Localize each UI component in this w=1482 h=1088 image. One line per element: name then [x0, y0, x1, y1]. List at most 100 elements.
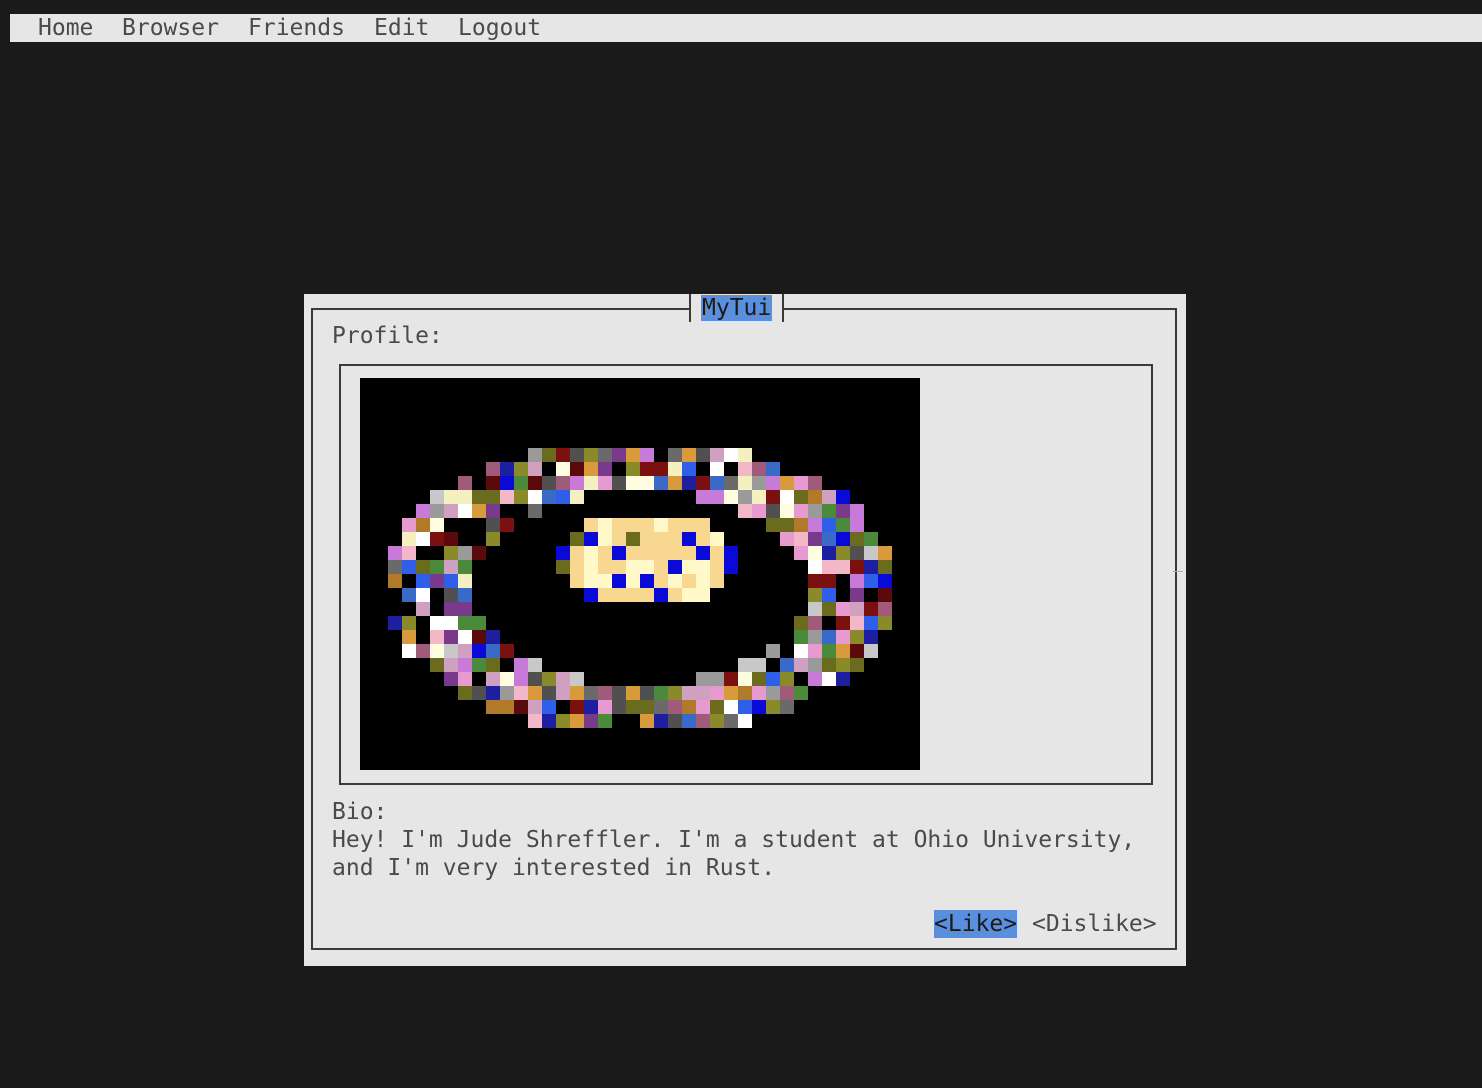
avatar-pixel	[640, 532, 654, 546]
avatar-pixel	[444, 546, 458, 560]
avatar-pixel	[794, 504, 808, 518]
avatar-pixel	[486, 630, 500, 644]
avatar-pixel	[864, 616, 878, 630]
dislike-button[interactable]: <Dislike>	[1032, 910, 1157, 938]
avatar-pixel	[696, 672, 710, 686]
avatar-pixel	[402, 644, 416, 658]
avatar-pixel	[668, 588, 682, 602]
avatar-pixel	[416, 532, 430, 546]
avatar-pixel	[836, 602, 850, 616]
avatar-pixel	[850, 658, 864, 672]
avatar-pixel	[682, 588, 696, 602]
avatar-pixel	[794, 630, 808, 644]
avatar-pixel	[570, 672, 584, 686]
avatar-pixel	[514, 672, 528, 686]
avatar-pixel	[612, 588, 626, 602]
avatar-pixel	[570, 686, 584, 700]
avatar-pixel	[710, 490, 724, 504]
dialog-title-bar: MyTui	[689, 294, 785, 322]
avatar-pixel	[822, 532, 836, 546]
avatar-pixel	[584, 476, 598, 490]
avatar-pixel	[808, 574, 822, 588]
avatar-pixel	[654, 560, 668, 574]
avatar-pixel	[500, 686, 514, 700]
avatar-pixel	[850, 532, 864, 546]
avatar-pixel	[822, 588, 836, 602]
avatar-pixel	[402, 588, 416, 602]
avatar-pixel	[738, 490, 752, 504]
avatar-pixel	[528, 476, 542, 490]
avatar-pixel	[850, 560, 864, 574]
avatar-pixel	[640, 560, 654, 574]
menu-item-logout[interactable]: Logout	[458, 14, 541, 42]
avatar-pixel	[584, 560, 598, 574]
avatar-pixel	[822, 518, 836, 532]
avatar-pixel	[738, 700, 752, 714]
avatar-pixel	[682, 714, 696, 728]
avatar-pixel	[486, 518, 500, 532]
avatar-pixel	[626, 448, 640, 462]
avatar-pixel	[640, 700, 654, 714]
avatar-pixel	[388, 616, 402, 630]
avatar-pixel	[836, 644, 850, 658]
avatar-pixel	[654, 714, 668, 728]
avatar-pixel	[696, 518, 710, 532]
avatar-pixel	[752, 462, 766, 476]
avatar-pixel	[458, 588, 472, 602]
avatar-pixel	[780, 476, 794, 490]
avatar-pixel	[864, 574, 878, 588]
avatar-pixel	[654, 700, 668, 714]
avatar-pixel	[570, 714, 584, 728]
avatar-pixel	[668, 574, 682, 588]
avatar-pixel	[822, 644, 836, 658]
menu-item-friends[interactable]: Friends	[248, 14, 345, 42]
menu-bar: Home Browser Friends Edit Logout	[10, 14, 1482, 42]
avatar-pixel	[528, 448, 542, 462]
avatar-pixel	[430, 630, 444, 644]
avatar-pixel	[682, 518, 696, 532]
avatar-pixel	[486, 504, 500, 518]
avatar-pixel	[584, 574, 598, 588]
avatar-pixel	[612, 560, 626, 574]
avatar-pixel	[612, 546, 626, 560]
menu-item-browser[interactable]: Browser	[122, 14, 219, 42]
avatar-pixel	[402, 546, 416, 560]
avatar-pixel	[444, 490, 458, 504]
avatar-pixel	[514, 700, 528, 714]
avatar-pixel	[528, 504, 542, 518]
avatar-pixel	[850, 630, 864, 644]
avatar-pixel	[598, 700, 612, 714]
avatar-pixel	[570, 700, 584, 714]
avatar-pixel	[724, 448, 738, 462]
avatar-pixel	[626, 700, 640, 714]
avatar-pixel	[500, 672, 514, 686]
avatar-pixel	[458, 630, 472, 644]
avatar-pixel	[472, 490, 486, 504]
avatar-pixel	[430, 504, 444, 518]
avatar-pixel	[528, 658, 542, 672]
avatar-pixel	[780, 658, 794, 672]
avatar-pixel	[864, 560, 878, 574]
menu-item-home[interactable]: Home	[38, 14, 93, 42]
avatar-pixel	[878, 588, 892, 602]
avatar-pixel	[612, 532, 626, 546]
avatar-pixel	[794, 532, 808, 546]
scrollbar-indicator[interactable]	[1173, 571, 1183, 572]
avatar-pixel	[724, 672, 738, 686]
avatar-pixel	[780, 532, 794, 546]
avatar-pixel	[696, 700, 710, 714]
avatar-pixel	[472, 686, 486, 700]
avatar-pixel	[808, 560, 822, 574]
avatar-pixel	[556, 476, 570, 490]
like-button[interactable]: <Like>	[934, 910, 1018, 938]
avatar-pixel	[766, 504, 780, 518]
avatar-pixel	[584, 532, 598, 546]
avatar-pixel	[710, 574, 724, 588]
avatar-pixel	[626, 518, 640, 532]
avatar-pixel	[500, 700, 514, 714]
avatar-pixel	[500, 490, 514, 504]
avatar-pixel	[458, 658, 472, 672]
avatar-pixel	[514, 490, 528, 504]
menu-item-edit[interactable]: Edit	[374, 14, 429, 42]
avatar-pixel	[836, 658, 850, 672]
